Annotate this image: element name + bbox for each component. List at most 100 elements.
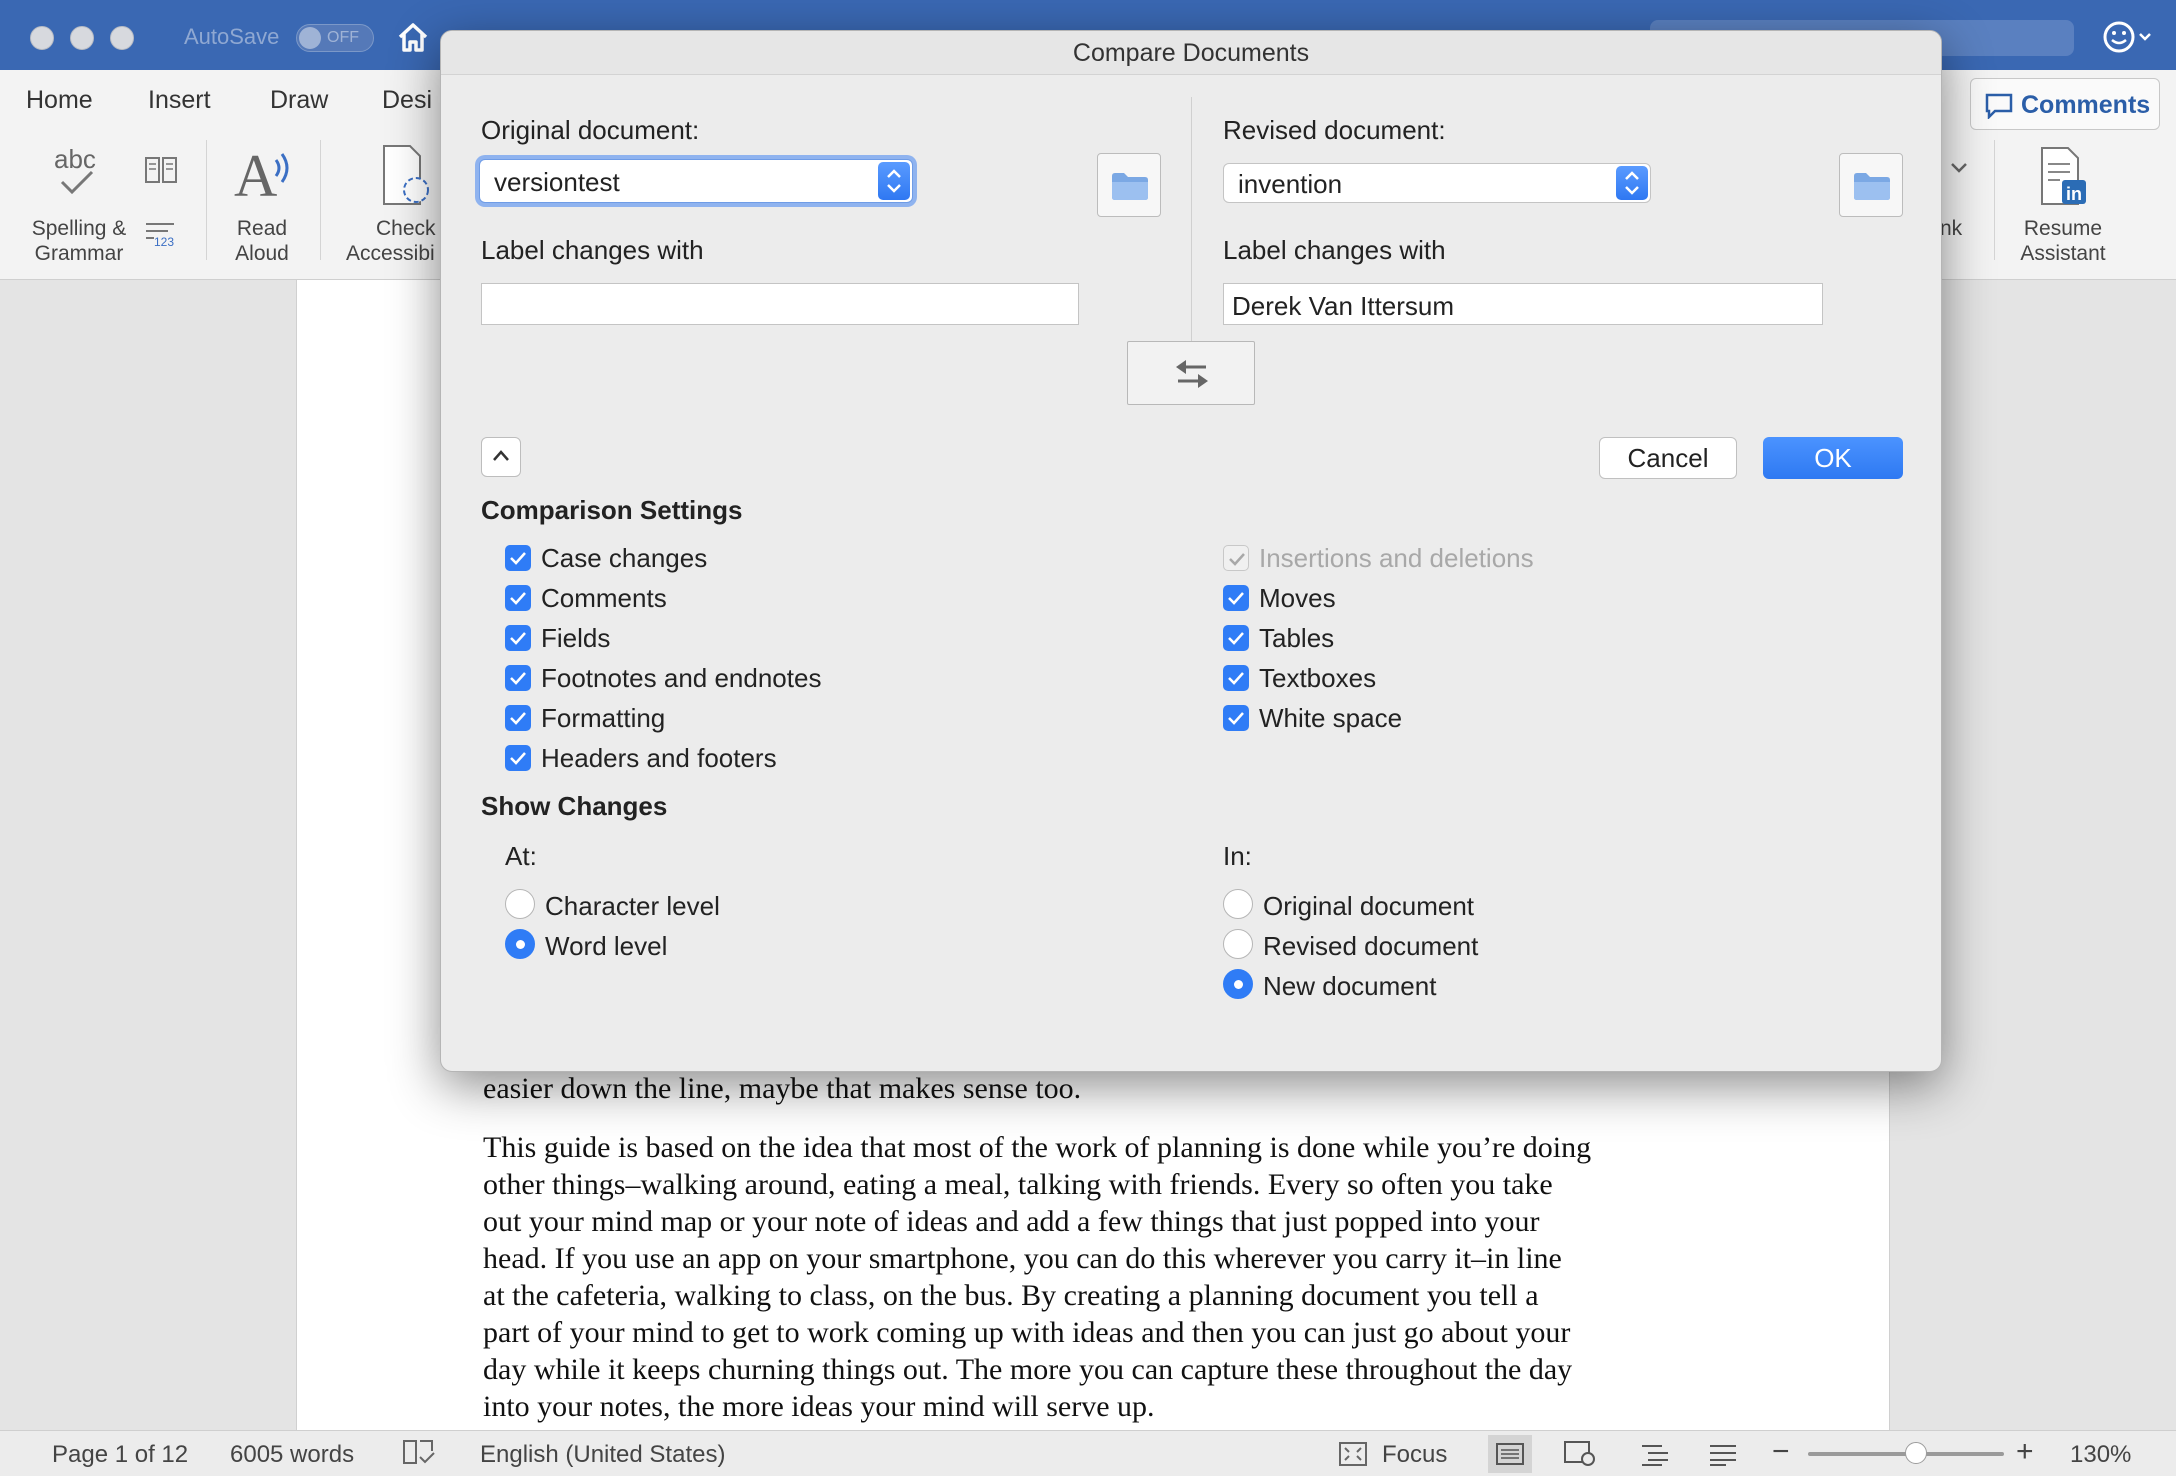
label-changes-original-field[interactable]: [481, 283, 1079, 325]
comments-label: Comments: [2021, 91, 2151, 119]
folder-icon: [1854, 173, 1890, 200]
text-line: day while it keeps churning things out. …: [483, 1353, 1573, 1386]
checkbox-label: Footnotes and endnotes: [541, 663, 822, 693]
draft-view-icon[interactable]: [1708, 1443, 1738, 1467]
label-changes-revised-field[interactable]: Derek Van Ittersum: [1223, 283, 1823, 325]
comment-icon: [1985, 93, 2013, 119]
autosave-state: OFF: [327, 29, 359, 46]
in-label: In:: [1223, 841, 1252, 871]
checkbox-label: Textboxes: [1259, 663, 1377, 693]
checkbox-box[interactable]: [505, 665, 531, 691]
text-line: part of your mind to get to work coming …: [483, 1316, 1571, 1349]
radio-button[interactable]: [505, 929, 535, 959]
resume-line1: Resume: [2023, 217, 2103, 240]
browse-revised-button[interactable]: [1839, 153, 1903, 217]
spelling-label[interactable]: Spelling & Grammar: [24, 216, 134, 266]
chevron-up-icon: [493, 450, 509, 461]
minimize-window-button[interactable]: [70, 26, 94, 50]
checkbox-box[interactable]: [505, 705, 531, 731]
read-aloud-label[interactable]: Read Aloud: [222, 216, 302, 266]
checkbox-box[interactable]: [505, 585, 531, 611]
radio-button[interactable]: [1223, 889, 1253, 919]
check-accessibility-label[interactable]: Check Accessibi: [340, 216, 446, 266]
radio-button[interactable]: [1223, 929, 1253, 959]
text-line: other things–walking around, eating a me…: [483, 1168, 1553, 1201]
accessibility-check-icon[interactable]: [380, 144, 440, 208]
text-line: out your mind map or your note of ideas …: [483, 1205, 1540, 1238]
checkbox-box[interactable]: [1223, 705, 1249, 731]
tab-home[interactable]: Home: [26, 86, 93, 115]
comments-button[interactable]: Comments: [1970, 78, 2160, 130]
collapse-options-button[interactable]: [481, 437, 521, 477]
original-document-label: Original document:: [481, 115, 700, 145]
checkbox-box[interactable]: [505, 625, 531, 651]
page-count[interactable]: Page 1 of 12: [52, 1441, 188, 1469]
radio-button[interactable]: [505, 889, 535, 919]
checkbox-box[interactable]: [1223, 665, 1249, 691]
label-changes-revised-value: Derek Van Ittersum: [1232, 291, 1455, 321]
zoom-slider-track[interactable]: [1808, 1442, 2004, 1464]
spelling-grammar-icon[interactable]: abc: [52, 144, 106, 200]
outline-view-icon[interactable]: [1640, 1443, 1670, 1467]
at-label: At:: [505, 841, 537, 871]
radio-label: Character level: [545, 891, 720, 921]
original-document-popup[interactable]: versiontest: [479, 159, 913, 203]
checkbox-label: Headers and footers: [541, 743, 777, 773]
checkbox-label: Fields: [541, 623, 611, 653]
radio-button[interactable]: [1223, 969, 1253, 999]
tab-insert[interactable]: Insert: [148, 86, 211, 115]
close-window-button[interactable]: [30, 26, 54, 50]
checkbox-label: Comments: [541, 583, 667, 613]
svg-text:abc: abc: [54, 144, 96, 174]
ribbon-separator: [1994, 140, 1995, 260]
spelling-label-line1: Spelling &: [31, 217, 127, 240]
checkbox-label: Tables: [1259, 623, 1335, 653]
checkbox-box[interactable]: [1223, 625, 1249, 651]
zoom-in-button[interactable]: +: [2016, 1435, 2034, 1469]
checkbox-label: White space: [1259, 703, 1403, 733]
dialog-title: Compare Documents: [441, 31, 1941, 75]
focus-icon[interactable]: [1338, 1441, 1368, 1467]
zoom-level[interactable]: 130%: [2070, 1441, 2131, 1469]
language-label[interactable]: English (United States): [480, 1441, 725, 1469]
print-layout-view-icon[interactable]: [1488, 1435, 1532, 1473]
checkbox-label: Formatting: [541, 703, 666, 733]
revised-document-label: Revised document:: [1223, 115, 1446, 145]
autosave-toggle[interactable]: OFF: [296, 24, 374, 52]
read-aloud-icon[interactable]: A: [232, 144, 296, 204]
book-icon[interactable]: [144, 154, 178, 184]
link-label-fragment: nk: [1940, 217, 1963, 240]
radio-label: Original document: [1263, 891, 1474, 921]
tab-draw[interactable]: Draw: [270, 86, 328, 115]
comparison-settings-title: Comparison Settings: [481, 495, 743, 525]
word-count[interactable]: 6005 words: [230, 1441, 354, 1469]
zoom-window-button[interactable]: [110, 26, 134, 50]
tab-design[interactable]: Desi: [382, 86, 432, 115]
chevron-down-icon[interactable]: [1950, 162, 1968, 174]
browse-original-button[interactable]: [1097, 153, 1161, 217]
feedback-smiley-icon[interactable]: [2102, 20, 2152, 54]
cancel-button[interactable]: Cancel: [1599, 437, 1737, 479]
revised-document-popup[interactable]: invention: [1223, 163, 1651, 203]
swap-documents-button[interactable]: [1127, 341, 1255, 405]
zoom-out-button[interactable]: −: [1772, 1435, 1790, 1469]
checkbox-box[interactable]: [505, 745, 531, 771]
zoom-slider-knob[interactable]: [1904, 1442, 1927, 1464]
resume-assistant-icon[interactable]: in: [2040, 146, 2090, 208]
document-text[interactable]: easier down the line, maybe that makes s…: [483, 1070, 1803, 1425]
radio-label: Revised document: [1263, 931, 1479, 961]
resume-line2: Assistant: [2020, 242, 2106, 265]
proofing-icon[interactable]: [402, 1439, 436, 1467]
home-icon[interactable]: [396, 20, 430, 54]
word-count-icon[interactable]: 123: [144, 220, 180, 248]
checkbox-box[interactable]: [1223, 585, 1249, 611]
resume-assistant-label[interactable]: Resume Assistant: [2008, 216, 2118, 266]
checkbox-box[interactable]: [505, 545, 531, 571]
svg-text:in: in: [2066, 184, 2082, 204]
svg-text:A: A: [234, 144, 277, 204]
focus-label[interactable]: Focus: [1382, 1441, 1447, 1469]
paragraph-2: This guide is based on the idea that mos…: [483, 1129, 1803, 1425]
ribbon-separator: [320, 140, 321, 260]
ok-button[interactable]: OK: [1763, 437, 1903, 479]
web-layout-view-icon[interactable]: [1564, 1441, 1596, 1467]
